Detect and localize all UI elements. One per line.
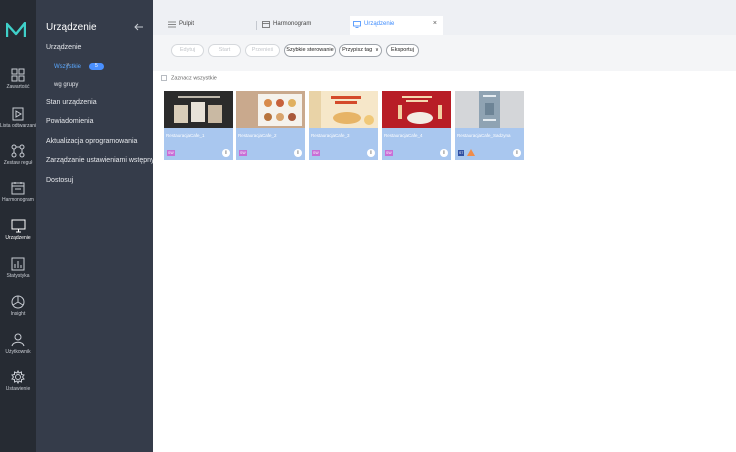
calendar-icon xyxy=(262,21,270,28)
assign-tag-dropdown[interactable]: Przypisz tag ∨ xyxy=(339,44,382,57)
playlist-icon xyxy=(12,107,24,121)
device-name: RestauracjaCafe_1 xyxy=(166,133,205,138)
tab-label: Harmonogram xyxy=(273,21,312,27)
panel-title: Urządzenie xyxy=(46,22,97,33)
device-tag: S7 xyxy=(458,150,465,156)
device-name: RestauracjaCafe_4 xyxy=(384,133,423,138)
close-icon[interactable]: × xyxy=(433,20,437,27)
rail-item-content[interactable]: Zawartość xyxy=(0,68,36,90)
calendar-icon xyxy=(11,182,25,195)
device-thumbnail xyxy=(455,91,524,128)
rail-label: Insight xyxy=(10,311,26,317)
rail-label: Statystyka xyxy=(6,273,30,279)
pie-icon xyxy=(11,295,25,309)
chevron-down-icon: ∨ xyxy=(375,47,379,53)
device-card[interactable]: RestauracjaCafe_Sadzyna S7 i xyxy=(455,91,524,160)
tab-label: Urządzenie xyxy=(364,21,395,27)
start-button[interactable]: Start xyxy=(208,44,241,57)
tab-label: Pulpit xyxy=(179,21,195,27)
panel-item-software-update[interactable]: Aktualizacja oprogramowania xyxy=(46,138,137,145)
device-tag: SW xyxy=(239,150,247,156)
device-thumbnail xyxy=(236,91,305,128)
user-icon xyxy=(11,333,25,347)
tab-bar: Pulpit Harmonogram Urządzenie × xyxy=(153,0,736,35)
rail-label: Zestaw reguł xyxy=(3,160,33,166)
device-card[interactable]: RestauracjaCafe_1 SW i xyxy=(164,91,233,160)
export-button[interactable]: Eksportuj xyxy=(386,44,419,57)
edit-button[interactable]: Edytuj xyxy=(171,44,204,57)
rail-item-device[interactable]: Urządzenie xyxy=(0,219,36,241)
info-icon[interactable]: i xyxy=(222,149,230,157)
panel-item-device-status[interactable]: Stan urządzenia xyxy=(46,99,97,106)
rail-label: Użytkownik xyxy=(5,349,31,355)
tab-divider xyxy=(256,21,257,30)
filter-by-group[interactable]: wg grupy xyxy=(54,82,78,88)
quick-control-button[interactable]: Szybkie sterowanie xyxy=(284,44,336,57)
info-icon[interactable]: i xyxy=(294,149,302,157)
panel-item-notifications[interactable]: Powiadomienia xyxy=(46,118,93,125)
rail-label: Ustawienie xyxy=(5,386,31,392)
bar-chart-icon xyxy=(11,257,25,271)
info-icon[interactable]: i xyxy=(367,149,375,157)
count-badge: 5 xyxy=(89,63,104,70)
move-button[interactable]: Przenieś xyxy=(245,44,280,57)
device-card[interactable]: RestauracjaCafe_2 SW i xyxy=(236,91,305,160)
device-tag: SW xyxy=(167,150,175,156)
rail-item-rules[interactable]: Zestaw reguł xyxy=(0,144,36,166)
panel-item-presets[interactable]: Zarządzanie ustawieniami wstępnymi xyxy=(46,157,162,164)
rules-icon xyxy=(11,144,25,158)
rail-label: Lista odtwarzania xyxy=(0,123,39,129)
monitor-icon xyxy=(11,219,25,233)
warning-icon xyxy=(467,149,475,156)
nav-rail: Zawartość Lista odtwarzania Zestaw reguł… xyxy=(0,0,39,452)
device-thumbnail xyxy=(164,91,233,128)
rail-label: Zawartość xyxy=(6,84,30,90)
device-panel: Urządzenie Urządzenie ∨ Wszystkie 5 wg gr… xyxy=(36,0,162,452)
device-thumbnail xyxy=(309,91,378,128)
main-area: Pulpit Harmonogram Urządzenie × Edytuj S… xyxy=(153,0,736,452)
rail-item-user[interactable]: Użytkownik xyxy=(0,333,36,355)
device-tag: SW xyxy=(385,150,393,156)
back-arrow-icon[interactable] xyxy=(134,22,144,32)
rail-item-insight[interactable]: Insight xyxy=(0,295,36,317)
panel-item-device[interactable]: Urządzenie xyxy=(46,44,81,51)
rail-item-settings[interactable]: Ustawienie xyxy=(0,370,36,392)
select-all[interactable]: Zaznacz wszystkie xyxy=(161,75,217,81)
device-name: RestauracjaCafe_2 xyxy=(238,133,277,138)
device-card[interactable]: RestauracjaCafe_3 SW i xyxy=(309,91,378,160)
info-icon[interactable]: i xyxy=(440,149,448,157)
rail-item-statistics[interactable]: Statystyka xyxy=(0,257,36,279)
rail-label: Harmonogram xyxy=(2,197,34,203)
info-icon[interactable]: i xyxy=(513,149,521,157)
tab-dashboard[interactable]: Pulpit xyxy=(165,16,255,35)
rail-item-playlist[interactable]: Lista odtwarzania xyxy=(0,107,39,129)
toolbar: Edytuj Start Przenieś Szybkie sterowanie… xyxy=(153,35,736,71)
filter-all[interactable]: Wszystkie 5 xyxy=(54,63,104,70)
device-card[interactable]: RestauracjaCafe_4 SW i xyxy=(382,91,451,160)
brand-logo-icon[interactable] xyxy=(6,22,26,38)
device-thumbnail xyxy=(382,91,451,128)
select-all-checkbox[interactable] xyxy=(161,75,167,81)
assign-tag-label: Przypisz tag xyxy=(342,47,373,53)
device-tag: SW xyxy=(312,150,320,156)
tab-device[interactable]: Urządzenie × xyxy=(350,16,443,35)
select-all-label: Zaznacz wszystkie xyxy=(171,75,217,82)
rail-label: Urządzenie xyxy=(5,235,31,241)
monitor-icon xyxy=(353,21,361,28)
panel-item-customize[interactable]: Dostosuj xyxy=(46,177,73,184)
device-name: RestauracjaCafe_Sadzyna xyxy=(457,133,511,138)
device-name: RestauracjaCafe_3 xyxy=(311,133,350,138)
rail-item-schedule[interactable]: Harmonogram xyxy=(0,181,36,203)
grid-icon xyxy=(11,68,25,82)
tab-schedule[interactable]: Harmonogram xyxy=(259,16,349,35)
gear-icon xyxy=(11,370,25,384)
filter-all-label: Wszystkie xyxy=(54,64,81,71)
list-icon xyxy=(168,21,176,28)
